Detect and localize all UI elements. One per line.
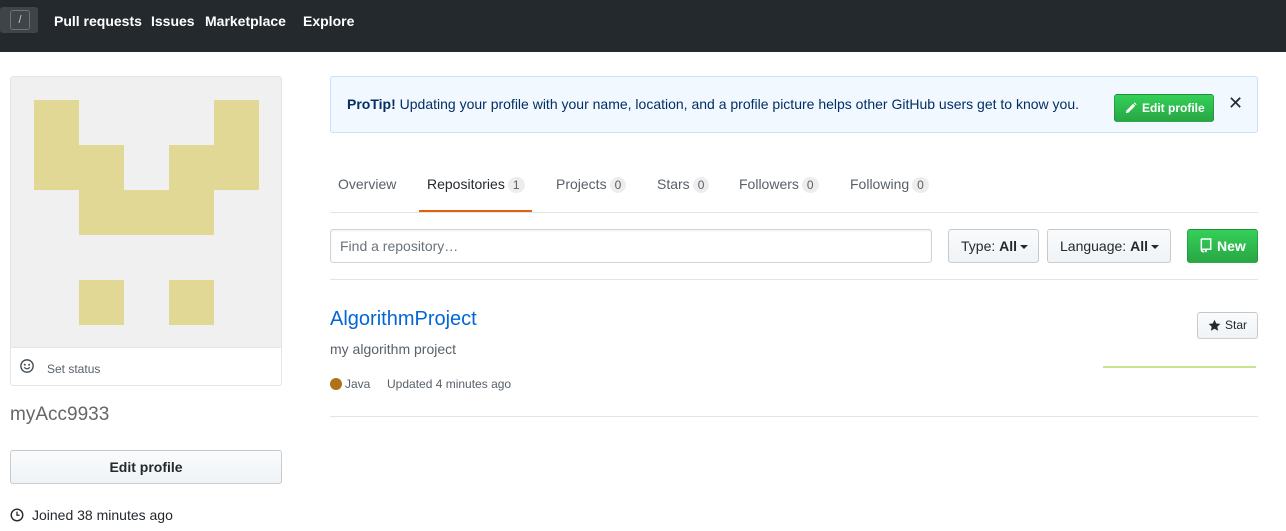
protip-body: Updating your profile with your name, lo… [395, 96, 1080, 112]
set-status-button[interactable]: Set status [11, 347, 281, 385]
language-filter-dropdown[interactable]: Language: All [1047, 229, 1171, 263]
divider [330, 279, 1258, 280]
find-repository-input[interactable] [330, 229, 932, 263]
tab-label: Followers [739, 176, 799, 192]
protip-banner: ProTip! Updating your profile with your … [330, 76, 1258, 133]
repo-name-link[interactable]: AlgorithmProject [330, 308, 477, 331]
protip-message: ProTip! Updating your profile with your … [347, 96, 1079, 112]
tab-followers[interactable]: Followers 0 [739, 160, 819, 212]
set-status-label: Set status [47, 362, 101, 376]
tab-repositories[interactable]: Repositories 1 [419, 160, 532, 212]
star-button[interactable]: Star [1197, 312, 1258, 339]
protip-button-label: Edit profile [1142, 101, 1205, 115]
avatar-pixel [34, 100, 79, 190]
new-repository-button[interactable]: New [1187, 229, 1258, 263]
protip-label: ProTip! [347, 96, 396, 112]
language-color-dot [330, 378, 342, 390]
activity-sparkline [1103, 366, 1256, 368]
tab-counter: 0 [912, 177, 929, 193]
repo-description: my algorithm project [330, 341, 457, 357]
tab-label: Projects [556, 176, 607, 192]
divider [330, 416, 1258, 417]
tab-counter: 1 [507, 177, 525, 193]
language-filter-label: Language: [1060, 238, 1127, 254]
tab-projects[interactable]: Projects 0 [556, 160, 627, 212]
tab-label: Stars [657, 176, 690, 192]
top-navbar: / Pull requests Issues Marketplace Explo… [0, 0, 1286, 52]
clock-icon [10, 508, 24, 522]
tab-following[interactable]: Following 0 [850, 160, 929, 212]
tab-overview[interactable]: Overview [338, 160, 396, 212]
repo-updated-time: Updated 4 minutes ago [387, 377, 512, 391]
avatar-pixel [214, 100, 259, 190]
nav-pull-requests[interactable]: Pull requests [54, 13, 142, 29]
chevron-down-icon [1150, 245, 1159, 250]
repo-language: Java [345, 377, 371, 391]
language-filter-value: All [1130, 238, 1148, 254]
nav-issues[interactable]: Issues [151, 13, 195, 29]
avatar-pixel [124, 190, 169, 235]
slash-key-hint: / [10, 10, 30, 30]
chevron-down-icon [1020, 245, 1029, 250]
smiley-icon [20, 359, 34, 373]
tab-counter: 0 [801, 177, 819, 193]
joined-text: Joined 38 minutes ago [32, 507, 173, 523]
tab-stars[interactable]: Stars 0 [657, 160, 710, 212]
nav-marketplace[interactable]: Marketplace [205, 13, 286, 29]
close-icon[interactable]: ✕ [1228, 94, 1244, 112]
edit-profile-button[interactable]: Edit profile [10, 450, 282, 484]
type-filter-dropdown[interactable]: Type: All [948, 229, 1039, 263]
nav-explore[interactable]: Explore [303, 13, 354, 29]
type-filter-label: Type: [961, 238, 996, 254]
tab-counter: 0 [609, 177, 627, 193]
star-icon [1208, 319, 1221, 331]
avatar[interactable] [11, 77, 281, 347]
tab-label: Following [850, 176, 910, 192]
profile-username: myAcc9933 [10, 404, 110, 425]
new-button-label: New [1217, 238, 1246, 254]
avatar-pixel [79, 145, 124, 235]
avatar-card[interactable]: Set status [10, 76, 282, 386]
search-shortcut[interactable]: / [0, 7, 38, 33]
tab-label: Repositories [427, 176, 505, 192]
profile-tabs: Overview Repositories 1 Projects 0 Stars 0 … [330, 160, 1258, 213]
avatar-pixel [169, 280, 214, 325]
avatar-pixel [169, 145, 214, 235]
avatar-pixel [79, 280, 124, 325]
type-filter-value: All [999, 238, 1018, 254]
tab-counter: 0 [692, 177, 710, 193]
pencil-icon [1125, 102, 1137, 114]
protip-edit-profile-button[interactable]: Edit profile [1114, 94, 1214, 122]
repo-icon [1200, 238, 1212, 253]
tab-label: Overview [338, 176, 397, 192]
star-button-label: Star [1225, 318, 1248, 332]
